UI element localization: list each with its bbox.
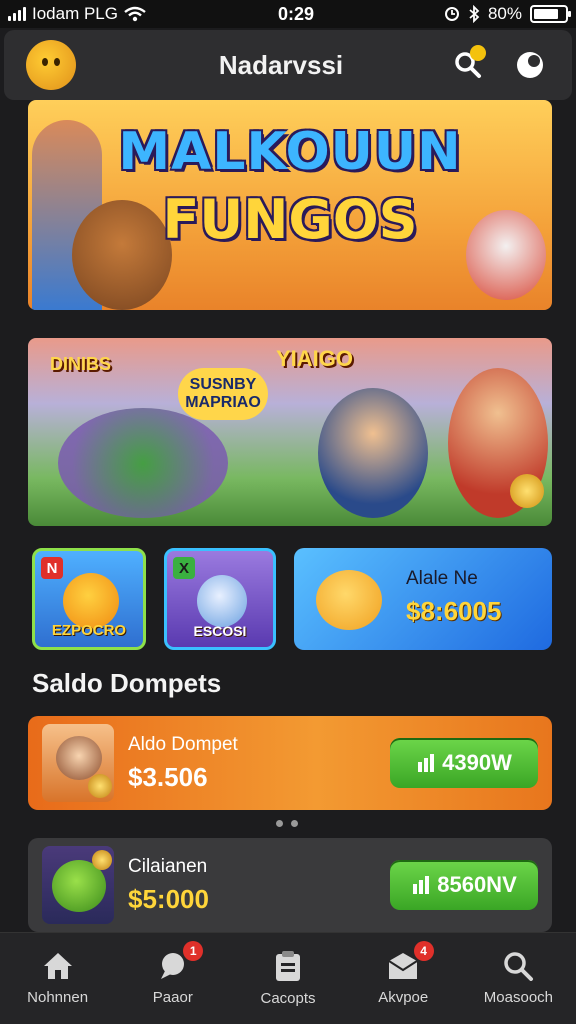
signal-icon: [8, 7, 26, 21]
coin-icon: [510, 474, 544, 508]
game-tile-title: Alale Ne: [406, 568, 478, 589]
search-button[interactable]: [448, 45, 488, 85]
game-tile-label: ESCOSI: [193, 623, 247, 639]
character-group-left: [58, 408, 228, 518]
promo-banner-main[interactable]: MALKOUUN FUNGOS: [28, 100, 552, 310]
bars-icon: [418, 754, 435, 772]
wallet-amount: $5:000: [128, 883, 209, 914]
wallet-card[interactable]: Aldo Dompet $3.506 4390W: [28, 716, 552, 810]
nav-item-clipboard[interactable]: Cacopts: [230, 933, 345, 1024]
wallet-card[interactable]: Cilaianen $5:000 8560NV: [28, 838, 552, 932]
carousel-pager: [276, 820, 298, 827]
clipboard-icon: [276, 951, 300, 981]
section-title: Saldo Dompets: [32, 668, 222, 698]
bluetooth-icon: [469, 5, 480, 23]
nav-label: Paaor: [152, 989, 193, 1006]
search-icon: [504, 952, 534, 981]
tile-corner-badge: X: [173, 557, 195, 579]
nav-label: Akvpoe: [378, 989, 429, 1006]
status-time: 0:29: [277, 3, 314, 24]
wallet-thumbnail: [42, 724, 114, 802]
wallet-name: Cilaianen: [128, 855, 208, 877]
profile-icon: [517, 52, 543, 78]
battery-icon: [530, 5, 571, 23]
wallet-action-button[interactable]: 4390W: [390, 738, 538, 788]
character-hero: [318, 388, 428, 518]
nav-item-chat[interactable]: 1 Paaor: [115, 933, 230, 1024]
game-tile-2[interactable]: X ESCOSI: [164, 548, 276, 650]
tile-corner-badge: N: [41, 557, 63, 579]
character-icon: [63, 573, 119, 629]
nav-item-search[interactable]: Moasooch: [461, 933, 576, 1024]
wallet-action-button[interactable]: 8560NV: [390, 860, 538, 910]
game-tile-1[interactable]: N EZPOCRO: [32, 548, 146, 650]
notification-dot: [470, 45, 486, 61]
nav-item-mail[interactable]: 4 Akvpoe: [346, 933, 461, 1024]
wallet-name: Aldo Dompet: [128, 733, 238, 755]
banner-tag-1: SUSNBY MAPRIAO: [178, 368, 268, 420]
nav-item-home[interactable]: Nohnnen: [0, 933, 115, 1024]
nav-label: Nohnnen: [27, 989, 89, 1006]
wallet-action-label: 8560NV: [437, 872, 517, 897]
nav-badge: 4: [413, 941, 434, 961]
alarm-icon: [444, 7, 459, 21]
promo-banner-secondary[interactable]: SUSNBY MAPRIAO YIAIGO DINIBS: [28, 338, 552, 526]
game-tile-label: EZPOCRO: [51, 622, 127, 639]
wallet-amount: $3.506: [128, 761, 208, 792]
bars-icon: [413, 876, 430, 894]
battery-percent: 80%: [487, 4, 522, 23]
coin-icon: [88, 774, 112, 798]
app-header: Nadarvssi: [4, 30, 572, 100]
banner-title-line1: MALKOUUN: [118, 122, 462, 182]
home-icon: [43, 953, 72, 979]
carrier-label: Iodam PLG: [32, 4, 118, 23]
bottom-nav: Nohnnen 1 Paaor Cacopts 4 Akvpoe Moasooc…: [0, 932, 576, 1024]
wallet-action-label: 4390W: [442, 750, 512, 775]
nav-label: Moasooch: [483, 989, 554, 1006]
status-bar: Iodam PLG 0:29 80%: [0, 0, 576, 28]
banner-tag-3: DINIBS: [50, 354, 112, 374]
character-icon: [316, 570, 382, 630]
app-logo[interactable]: [26, 40, 76, 90]
coin-icon: [92, 850, 112, 870]
nav-label: Cacopts: [260, 990, 316, 1007]
wallet-thumbnail: [42, 846, 114, 924]
wifi-icon: [124, 6, 146, 22]
game-tile-3[interactable]: Alale Ne $8:6005: [294, 548, 552, 650]
profile-button[interactable]: [510, 45, 550, 85]
game-tile-amount: $8:6005: [406, 596, 502, 626]
nav-badge: 1: [183, 941, 204, 961]
banner-title-line2: FUNGOS: [162, 188, 418, 251]
banner-tag-2: YIAIGO: [276, 346, 354, 371]
character-icon: [197, 575, 247, 627]
page-title: Nadarvssi: [218, 49, 344, 80]
